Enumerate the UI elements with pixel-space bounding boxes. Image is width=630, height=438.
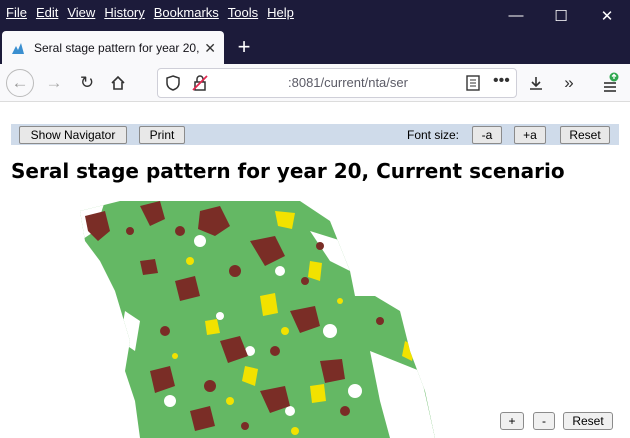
maximize-button[interactable]: ☐ [538, 0, 584, 31]
menu-bookmarks[interactable]: Bookmarks [154, 5, 219, 20]
menu-view[interactable]: View [67, 5, 95, 20]
menu-file[interactable]: File [6, 5, 27, 20]
address-bar[interactable]: :8081/current/nta/ser ••• [157, 68, 517, 98]
close-window-button[interactable]: ✕ [584, 0, 630, 31]
insecure-lock-icon[interactable] [192, 75, 208, 94]
minimize-button[interactable]: — [493, 0, 539, 31]
page-actions-icon[interactable]: ••• [493, 72, 510, 90]
seral-stage-map[interactable] [80, 201, 440, 438]
navigation-toolbar: ← → ↻ :8081/current/nta/ser ••• » [0, 64, 630, 102]
overflow-chevron-icon[interactable]: » [555, 69, 583, 97]
menu-edit[interactable]: Edit [36, 5, 58, 20]
font-reset-button[interactable]: Reset [560, 126, 610, 144]
menu-bar: File Edit View History Bookmarks Tools H… [6, 5, 303, 20]
font-increase-button[interactable]: +a [514, 126, 546, 144]
tab-active[interactable]: Seral stage pattern for year 20, C ✕ [2, 31, 224, 64]
menu-help[interactable]: Help [267, 5, 294, 20]
show-navigator-button[interactable]: Show Navigator [19, 126, 127, 144]
tab-strip: Seral stage pattern for year 20, C ✕ + [0, 31, 630, 64]
tab-favicon-icon [12, 42, 24, 54]
tab-close-icon[interactable]: ✕ [204, 40, 216, 57]
print-button[interactable]: Print [139, 126, 185, 144]
forward-arrow-icon[interactable]: → [40, 69, 68, 97]
home-icon[interactable] [104, 69, 132, 97]
zoom-out-button[interactable]: - [533, 412, 555, 430]
app-menu-icon[interactable] [596, 69, 624, 97]
font-decrease-button[interactable]: -a [472, 126, 502, 144]
page-toolbar: Show Navigator Print Font size: -a +a Re… [11, 124, 619, 145]
reader-view-icon[interactable] [466, 75, 480, 94]
back-arrow-icon[interactable]: ← [6, 69, 34, 97]
menu-history[interactable]: History [104, 5, 144, 20]
downloads-icon[interactable] [522, 69, 550, 97]
map-reset-button[interactable]: Reset [563, 412, 613, 430]
shield-icon[interactable] [166, 75, 180, 94]
page-title: Seral stage pattern for year 20, Current… [11, 159, 565, 183]
new-tab-button[interactable]: + [232, 35, 256, 59]
reload-icon[interactable]: ↻ [73, 69, 101, 97]
zoom-in-button[interactable]: + [500, 412, 524, 430]
font-size-label: Font size: [407, 128, 460, 142]
menu-tools[interactable]: Tools [228, 5, 258, 20]
window-titlebar: File Edit View History Bookmarks Tools H… [0, 0, 630, 31]
tab-label: Seral stage pattern for year 20, C [34, 40, 202, 55]
url-text[interactable]: :8081/current/nta/ser [288, 75, 443, 90]
